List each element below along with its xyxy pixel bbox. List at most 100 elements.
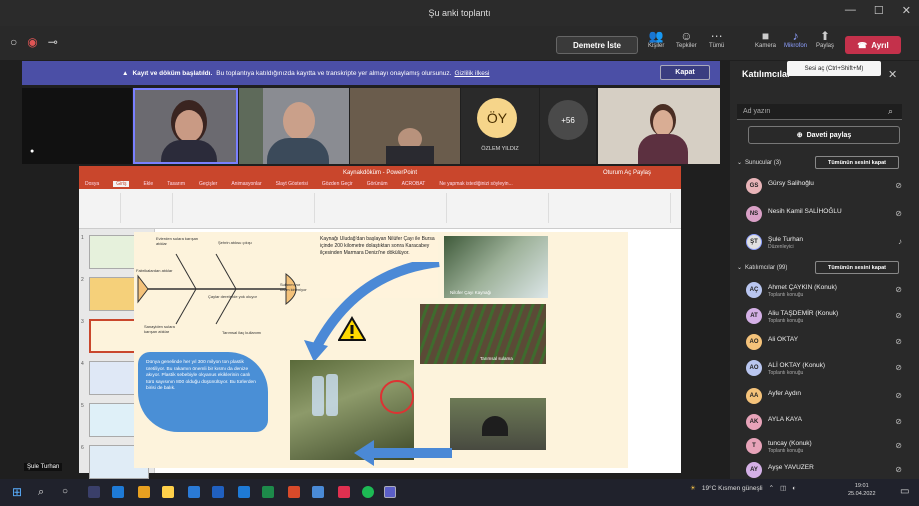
edge-icon[interactable]	[112, 486, 124, 498]
ribbon-font[interactable]	[175, 193, 315, 223]
mic-muted-icon[interactable]: ⊘	[895, 181, 902, 190]
outlook-icon[interactable]	[238, 486, 250, 498]
ppt-tab-insert[interactable]: Ekle	[143, 181, 153, 187]
mic-muted-icon[interactable]: ⊘	[895, 285, 902, 294]
mic-muted-icon[interactable]: ⊘	[895, 363, 902, 372]
mic-muted-icon[interactable]: ⊘	[895, 209, 902, 218]
ppt-user[interactable]: Oturum Aç Paylaş	[603, 170, 651, 176]
search-icon[interactable]: ⌕	[888, 106, 893, 117]
ribbon-slides[interactable]	[123, 193, 173, 223]
ppt-tab-slideshow[interactable]: Slayt Gösterisi	[276, 181, 308, 187]
mute-all-presenters-button[interactable]: Tümünün sesini kapat	[815, 156, 899, 169]
video-tile-initials[interactable]: ÖY ÖZLEM YILDIZ	[461, 88, 539, 164]
chevron-up-icon[interactable]: ⌃	[769, 484, 774, 492]
powerpoint-icon[interactable]	[288, 486, 300, 498]
ppt-tab-transitions[interactable]: Geçişler	[199, 181, 217, 187]
start-icon[interactable]: ⊞	[12, 486, 24, 498]
mic-muted-icon[interactable]: ⊘	[895, 337, 902, 346]
participant-item[interactable]: ŞT Şule Turhan Düzenleyici ♪	[746, 234, 906, 254]
participant-item[interactable]: AÇ Ahmet ÇAYKIN (Konuk) Toplantı konuğu …	[746, 282, 906, 302]
participant-item[interactable]: AT Aliu TAŞDEMİR (Konuk) Toplantı konuğu…	[746, 308, 906, 328]
notification-icon[interactable]: ▭	[900, 486, 909, 497]
attendees-header[interactable]: ⌄ Katılımcılar (99)	[737, 264, 787, 272]
search-icon[interactable]: ⌕	[38, 486, 50, 498]
ppt-tab-home[interactable]: Giriş	[113, 181, 130, 187]
avatar: ÖY	[477, 98, 517, 138]
participant-item[interactable]: T tuncay (Konuk) Toplantı konuğu ⊘	[746, 438, 906, 458]
chrome-icon[interactable]	[138, 486, 150, 498]
ribbon-clipboard[interactable]	[81, 193, 121, 223]
link-icon[interactable]: ⊸	[48, 35, 58, 49]
avatar: AK	[746, 414, 762, 430]
teams-icon[interactable]	[384, 486, 396, 498]
word-icon[interactable]	[212, 486, 224, 498]
mic-muted-icon[interactable]: ⊘	[895, 417, 902, 426]
slide-canvas[interactable]: Evlerden sulara karışan atıklar Şehrin a…	[134, 232, 628, 468]
fishbone-label: Fabrikalardan atıklar	[136, 268, 173, 273]
video-tile-empty[interactable]: ●	[22, 88, 132, 164]
presenters-header[interactable]: ⌄ Sunucular (3)	[737, 159, 781, 167]
weather-text[interactable]: 19°C Kısmen güneşli	[702, 485, 763, 492]
avatar: AA	[746, 388, 762, 404]
avatar: AO	[746, 360, 762, 376]
mute-all-attendees-button[interactable]: Tümünün sesini kapat	[815, 261, 899, 274]
app-icon[interactable]	[338, 486, 350, 498]
store-icon[interactable]	[188, 486, 200, 498]
ppt-tab-animations[interactable]: Animasyonlar	[231, 181, 261, 187]
banner-close-button[interactable]: Kapat	[660, 65, 710, 80]
mic-muted-icon[interactable]: ⊘	[895, 465, 902, 474]
camera-button[interactable]: ■ Kamera	[755, 29, 776, 49]
clock[interactable]: 19:01 25.04.2022	[848, 482, 876, 498]
participant-item[interactable]: AK AYLA KAYA ⊘	[746, 414, 906, 434]
ribbon-editing[interactable]	[551, 193, 671, 223]
share-request-button[interactable]: Demetre İste	[556, 36, 638, 54]
app-icon[interactable]	[312, 486, 324, 498]
close-window-button[interactable]: ✕	[902, 4, 911, 17]
participant-item[interactable]: AY Ayşe YAVUZER ⊘	[746, 462, 906, 478]
leave-button[interactable]: ☎ Ayrıl	[845, 36, 901, 54]
excel-icon[interactable]	[262, 486, 274, 498]
ppt-tab-file[interactable]: Dosya	[85, 181, 99, 187]
widgets-icon[interactable]	[88, 486, 100, 498]
people-button[interactable]: 👥 Kişiler	[648, 29, 664, 49]
task-view-icon[interactable]: ○	[62, 486, 74, 498]
maximize-button[interactable]: ☐	[874, 4, 884, 17]
ppt-tab-review[interactable]: Gözden Geçir	[322, 181, 353, 187]
participant-item[interactable]: AA Ayfer Aydın ⊘	[746, 388, 906, 408]
ppt-tab-view[interactable]: Görünüm	[367, 181, 388, 187]
participant-item[interactable]: AO Ali OKTAY ⊘	[746, 334, 906, 354]
share-button[interactable]: ⬆ Paylaş	[816, 29, 834, 49]
more-participants-tile[interactable]: +56	[540, 88, 596, 164]
mic-on-icon[interactable]: ♪	[898, 237, 902, 246]
ppt-tell-me[interactable]: Ne yapmak istediğinizi söyleyin...	[439, 181, 512, 187]
mic-muted-icon[interactable]: ⊘	[895, 311, 902, 320]
video-tile-participant-3[interactable]	[350, 88, 460, 164]
ribbon-paragraph[interactable]	[317, 193, 447, 223]
invite-button[interactable]: ⊕ Daveti paylaş	[748, 126, 900, 144]
mic-button[interactable]: ♪ Mikrofon	[784, 29, 807, 49]
ribbon-drawing[interactable]	[449, 193, 549, 223]
minimize-button[interactable]: —	[845, 4, 856, 17]
network-icon[interactable]: ◫	[780, 484, 786, 492]
video-tile-participant-4[interactable]	[598, 88, 720, 164]
participant-item[interactable]: AO ALİ OKTAY (Konuk) Toplantı konuğu ⊘	[746, 360, 906, 380]
participant-item[interactable]: GS Gürsy Salihoğlu ⊘	[746, 178, 906, 198]
close-icon[interactable]: ✕	[888, 68, 897, 81]
ppt-tab-acrobat[interactable]: ACROBAT	[402, 181, 426, 187]
video-tile-participant-2[interactable]	[239, 88, 349, 164]
video-tile-participant-1[interactable]	[133, 88, 238, 164]
participant-item[interactable]: NS Nesih Kamil SALİHOĞLU ⊘	[746, 206, 906, 226]
search-input[interactable]: Ad yazın	[737, 104, 902, 120]
phone-icon: ☎	[857, 40, 868, 50]
status-icon[interactable]: ○	[10, 35, 17, 49]
ppt-tab-design[interactable]: Tasarım	[167, 181, 185, 187]
privacy-link[interactable]: Gizlilik ilkesi	[454, 70, 489, 77]
file-explorer-icon[interactable]	[162, 486, 174, 498]
mic-muted-icon[interactable]: ⊘	[895, 441, 902, 450]
reactions-button[interactable]: ☺ Tepkiler	[676, 29, 697, 49]
avatar: AT	[746, 308, 762, 324]
spotify-icon[interactable]	[362, 486, 374, 498]
mic-muted-icon[interactable]: ⊘	[895, 391, 902, 400]
volume-icon[interactable]: ◐	[792, 485, 796, 492]
more-button[interactable]: ⋯ Tümü	[709, 29, 724, 49]
